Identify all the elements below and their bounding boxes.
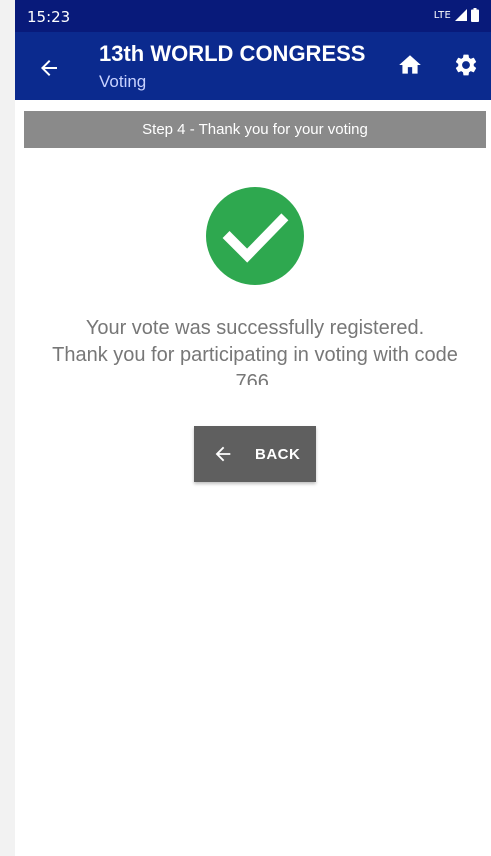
voting-screen: 15:23 LTE 13th WORLD CONGRESS Voting Ste… — [15, 0, 491, 856]
signal-icon — [455, 9, 467, 21]
step-banner: Step 4 - Thank you for your voting — [24, 111, 486, 148]
status-bar: 15:23 LTE — [15, 0, 491, 32]
back-arrow-icon[interactable] — [37, 56, 61, 80]
settings-gear-icon[interactable] — [453, 52, 479, 78]
status-time: 15:23 — [27, 8, 71, 26]
app-bar: 13th WORLD CONGRESS Voting — [15, 32, 491, 100]
app-subtitle: Voting — [99, 72, 147, 91]
network-type: LTE — [433, 9, 451, 21]
message-line-2: Thank you for participating in voting wi… — [52, 344, 458, 366]
check-circle-icon — [206, 187, 304, 285]
back-button[interactable]: BACK — [194, 426, 316, 482]
home-icon[interactable] — [397, 52, 423, 78]
battery-icon — [471, 8, 479, 22]
back-button-label: BACK — [255, 446, 301, 463]
arrow-left-icon — [215, 446, 231, 462]
message-line-3: 766. — [235, 371, 275, 385]
confirmation-message: Your vote was successfully registered. T… — [25, 315, 485, 385]
message-line-1: Your vote was successfully registered. — [85, 317, 425, 339]
status-indicators: LTE — [434, 8, 479, 22]
app-title: 13th WORLD CONGRESS — [99, 41, 366, 66]
